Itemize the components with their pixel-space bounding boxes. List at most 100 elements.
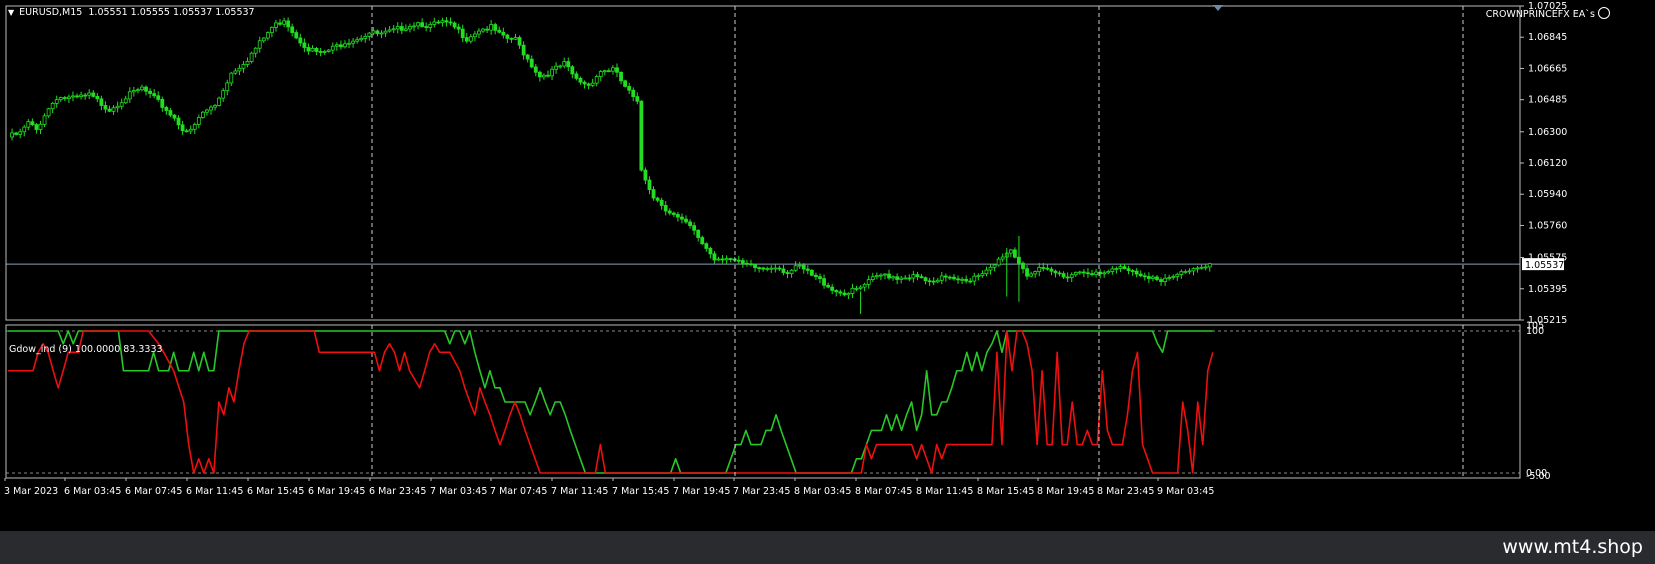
candle-body (586, 83, 591, 86)
price-ytick-label: 1.06665 (1528, 63, 1567, 74)
candle-body (221, 90, 226, 99)
candle-body (408, 25, 412, 30)
candle-body (611, 67, 615, 72)
candle-body (976, 275, 981, 278)
candle-body (330, 45, 335, 51)
candle-body (879, 274, 883, 277)
candle-body (131, 90, 136, 93)
candle-body (395, 26, 400, 30)
candle-body (217, 97, 222, 106)
candle-body (923, 277, 928, 282)
candle-body (436, 21, 441, 24)
candle-body (424, 26, 429, 28)
candle-body (939, 275, 944, 281)
candle-body (1126, 268, 1131, 271)
candle-body (964, 278, 969, 282)
candle-body (192, 124, 197, 130)
candle-body (233, 70, 238, 74)
candle-body (343, 43, 347, 48)
candle-body (144, 86, 148, 92)
candle-body (891, 276, 895, 279)
candle-body (805, 268, 810, 271)
candle-body (136, 89, 140, 92)
candle-body (497, 29, 502, 33)
candle-body (761, 267, 766, 270)
candle-body (724, 258, 729, 261)
candle-body (460, 28, 465, 38)
candle-body (546, 74, 550, 77)
candle-body (728, 258, 733, 260)
candle-body (931, 280, 936, 283)
candle-body (1171, 276, 1176, 278)
candle-body (887, 273, 891, 279)
candle-body (274, 22, 278, 28)
candle-body (14, 132, 19, 135)
candle-body (773, 267, 778, 270)
xtick-label: 8 Mar 19:45 (1037, 486, 1094, 497)
candle-body (468, 36, 473, 42)
candle-body (623, 80, 628, 87)
candle-body (140, 86, 144, 91)
candle-body (464, 37, 469, 42)
candle-body (306, 47, 311, 52)
price-ytick-label: 1.05395 (1528, 284, 1567, 295)
candle-body (895, 276, 900, 280)
xtick-label: 6 Mar 23:45 (369, 486, 426, 497)
candle-body (712, 253, 717, 261)
candle-body (249, 52, 254, 62)
candle-body (1086, 272, 1090, 275)
candle-body (379, 32, 384, 35)
candle-body (164, 107, 169, 111)
candle-body (286, 20, 291, 28)
candle-body (351, 40, 356, 44)
xtick-label: 8 Mar 07:45 (855, 486, 912, 497)
candle-body (302, 42, 307, 48)
brand-label: CROWNPRINCEFX EA`s (1486, 7, 1610, 20)
candle-body (237, 67, 242, 72)
candle-body (651, 189, 656, 199)
candle-body (562, 61, 567, 67)
candle-body (655, 197, 660, 201)
candle-body (517, 37, 522, 46)
candle-body (347, 42, 351, 45)
candle-body (282, 20, 286, 25)
candle-body (156, 95, 161, 100)
xtick-label: 7 Mar 15:45 (612, 486, 669, 497)
candle-body (399, 26, 404, 31)
candle-body (22, 126, 27, 133)
candle-body (477, 30, 481, 35)
candle-body (62, 97, 67, 99)
candle-body (1134, 270, 1139, 275)
candle-body (119, 102, 124, 107)
candle-body (907, 277, 912, 280)
candle-body (1025, 268, 1029, 277)
candle-body (1029, 273, 1034, 277)
indicator-ytick-label: 100 (1526, 326, 1544, 337)
candle-body (196, 117, 201, 125)
candle-body (1077, 271, 1082, 274)
site-watermark: www.mt4.shop (1502, 536, 1643, 558)
candle-body (846, 293, 851, 296)
candle-body (1069, 274, 1074, 279)
candle-body (1102, 272, 1107, 275)
candle-body (696, 229, 701, 238)
triangle-down-icon[interactable]: ▼ (8, 8, 14, 17)
xtick-label: 6 Mar 15:45 (247, 486, 304, 497)
candle-body (184, 130, 189, 133)
candle-body (704, 243, 709, 249)
candle-body (708, 248, 713, 255)
candle-body (801, 264, 806, 270)
indicator-label: Gdow_ind (9) 100.0000 83.3333 (9, 344, 163, 355)
xtick-label: 3 Mar 2023 (4, 486, 58, 497)
chart-canvas: 1.070251.068451.066651.064851.063001.061… (0, 0, 1655, 531)
candle-body (554, 65, 558, 70)
candle-body (1114, 268, 1119, 270)
candle-body (30, 121, 35, 126)
candle-body (440, 20, 445, 23)
candle-body (838, 291, 843, 294)
candle-body (753, 264, 757, 269)
candle-body (115, 105, 120, 109)
candle-body (1207, 263, 1212, 268)
brand-text: CROWNPRINCEFX EA`s (1485, 9, 1595, 20)
candle-body (615, 67, 619, 73)
